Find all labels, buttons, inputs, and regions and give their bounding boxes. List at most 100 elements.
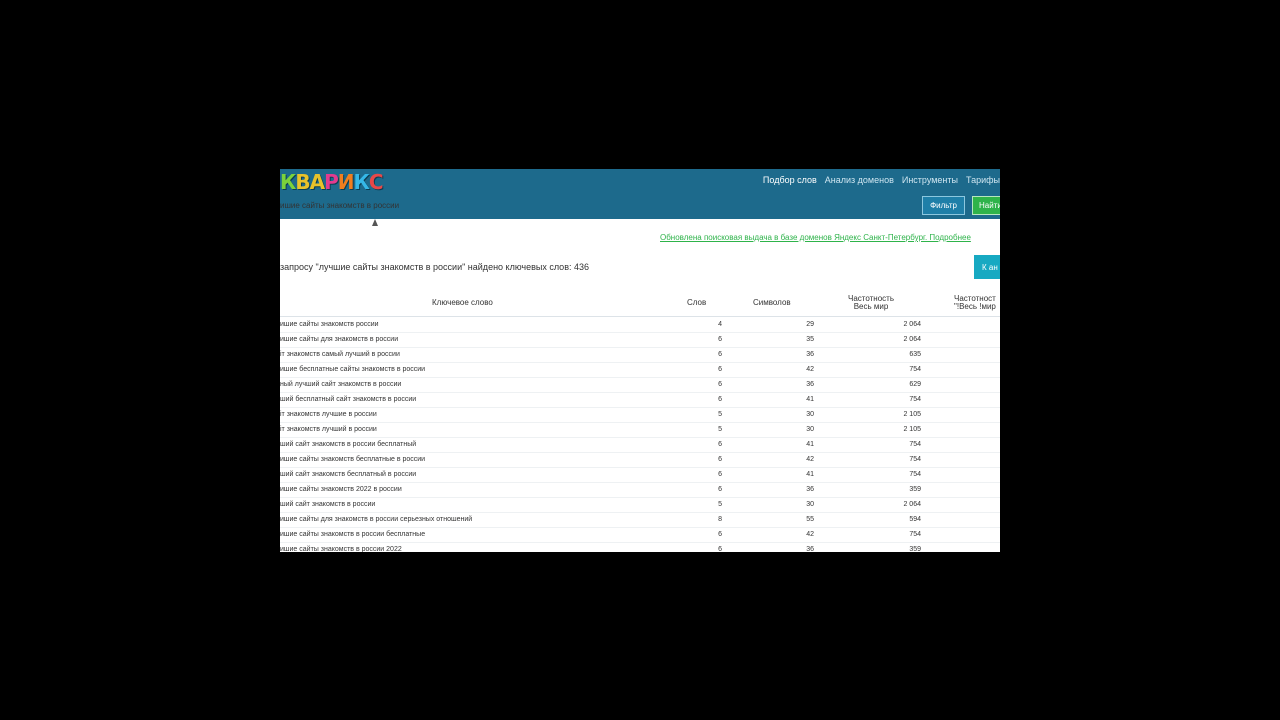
find-button[interactable]: Найти: [972, 196, 1000, 215]
chars-cell: 55: [806, 516, 814, 523]
table-row: ишие сайты для знакомств в россии 6 35 2 06…: [280, 332, 1000, 348]
keyword-cell[interactable]: ишие сайты знакомств в россии 2022: [280, 546, 402, 552]
chars-cell: 29: [806, 321, 814, 328]
words-cell: 4: [718, 321, 722, 328]
col-header-frequency-line2: Весь мир: [853, 302, 889, 311]
chars-cell: 41: [806, 396, 814, 403]
nav-item[interactable]: Анализ доменов: [825, 175, 894, 185]
frequency-cell: 754: [909, 531, 921, 538]
frequency-cell: 359: [909, 546, 921, 552]
keyword-cell[interactable]: ишие бесплатные сайты знакомств в россии: [280, 366, 425, 373]
col-header-frequency-exact[interactable]: Частотност "!Весь !мир: [954, 295, 996, 311]
keyword-cell[interactable]: ший сайт знакомств в россии бесплатный: [280, 441, 416, 448]
table-row: іт знакомств лучшие в россии 5 30 2 105: [280, 407, 1000, 423]
col-header-words[interactable]: Слов: [687, 299, 706, 307]
words-cell: 6: [718, 486, 722, 493]
words-cell: 6: [718, 456, 722, 463]
col-header-keyword[interactable]: Ключевое слово: [432, 299, 493, 307]
update-notice-link[interactable]: Обновлена поисковая выдача в базе домено…: [660, 233, 971, 242]
site-logo[interactable]: КВАРИКС: [280, 170, 384, 194]
table-row: ший сайт знакомств бесплатный в россии 6 4…: [280, 467, 1000, 483]
col-header-frequency-world[interactable]: Частотность Весь мир: [848, 295, 894, 311]
table-row: ный лучший сайт знакомств в россии 6 36 629: [280, 377, 1000, 393]
nav-item[interactable]: Тарифы: [966, 175, 1000, 185]
keyword-cell[interactable]: іт знакомств лучший в россии: [280, 426, 377, 433]
chars-cell: 30: [806, 411, 814, 418]
col-header-frequency-exact-line2: "!Весь !мир: [954, 302, 996, 311]
keyword-cell[interactable]: іт знакомств лучшие в россии: [280, 411, 377, 418]
keyword-cell[interactable]: ишие сайты для знакомств в россии серьез…: [280, 516, 472, 523]
frequency-cell: 359: [909, 486, 921, 493]
logo-letter: С: [368, 170, 384, 194]
logo-letter: К: [280, 170, 296, 194]
logo-letter: В: [295, 170, 310, 194]
frequency-cell: 629: [909, 381, 921, 388]
chars-cell: 41: [806, 471, 814, 478]
frequency-cell: 594: [909, 516, 921, 523]
col-header-chars[interactable]: Символов: [753, 299, 791, 307]
words-cell: 6: [718, 471, 722, 478]
frequency-cell: 2 064: [903, 336, 921, 343]
chars-cell: 36: [806, 381, 814, 388]
frequency-cell: 2 105: [903, 426, 921, 433]
keyword-cell[interactable]: ший бесплатный сайт знакомств в россии: [280, 396, 416, 403]
logo-letter: А: [309, 170, 326, 194]
table-row: ишие сайты знакомств в россии бесплатные…: [280, 527, 1000, 543]
main-nav: Подбор слов Анализ доменов Инструменты Тари…: [763, 175, 1000, 185]
table-row: ший бесплатный сайт знакомств в россии 6 4…: [280, 392, 1000, 408]
filter-button[interactable]: Фильтр: [922, 196, 965, 215]
frequency-cell: 754: [909, 441, 921, 448]
chars-cell: 42: [806, 456, 814, 463]
words-cell: 5: [718, 501, 722, 508]
words-cell: 5: [718, 411, 722, 418]
result-summary: запросу "лучшие сайты знакомств в россии…: [280, 262, 589, 272]
table-row: ишие сайты для знакомств в россии серьез…: [280, 512, 1000, 528]
keyword-cell[interactable]: ший сайт знакомств бесплатный в россии: [280, 471, 416, 478]
keyword-cell[interactable]: ишие сайты знакомств в россии бесплатные: [280, 531, 425, 538]
table-row: ший сайт знакомств в россии 5 30 2 064: [280, 497, 1000, 513]
chars-cell: 41: [806, 441, 814, 448]
nav-item[interactable]: Инструменты: [902, 175, 958, 185]
table-row: ишие сайты знакомств 2022 в россии 6 36 359: [280, 482, 1000, 498]
keyword-cell[interactable]: ший сайт знакомств в россии: [280, 501, 375, 508]
words-cell: 6: [718, 336, 722, 343]
table-row: іт знакомств лучший в россии 5 30 2 105: [280, 422, 1000, 438]
table-row: ший сайт знакомств в россии бесплатный 6 4…: [280, 437, 1000, 453]
words-cell: 6: [718, 351, 722, 358]
chars-cell: 42: [806, 366, 814, 373]
logo-letter: Р: [324, 170, 339, 194]
words-cell: 5: [718, 426, 722, 433]
browser-viewport: КВАРИКС Подбор слов Анализ доменов Инструм…: [280, 169, 1000, 552]
words-cell: 6: [718, 381, 722, 388]
words-cell: 8: [718, 516, 722, 523]
frequency-cell: 754: [909, 456, 921, 463]
top-header: КВАРИКС Подбор слов Анализ доменов Инструм…: [280, 169, 1000, 219]
search-input[interactable]: ишие сайты знакомств в россии: [280, 201, 399, 210]
words-cell: 6: [718, 366, 722, 373]
frequency-cell: 635: [909, 351, 921, 358]
export-button[interactable]: К ан: [974, 255, 1000, 279]
keyword-cell[interactable]: ишие сайты для знакомств в россии: [280, 336, 398, 343]
logo-letter: И: [337, 170, 355, 194]
keyword-cell[interactable]: ишие сайты знакомств бесплатные в россии: [280, 456, 425, 463]
keyword-cell[interactable]: ный лучший сайт знакомств в россии: [280, 381, 401, 388]
mouse-cursor-icon: [372, 219, 378, 226]
words-cell: 6: [718, 531, 722, 538]
chars-cell: 36: [806, 351, 814, 358]
chars-cell: 36: [806, 546, 814, 552]
frequency-cell: 2 064: [903, 321, 921, 328]
frequency-cell: 754: [909, 471, 921, 478]
frequency-cell: 2 064: [903, 501, 921, 508]
table-row: ишие сайты знакомств россии 4 29 2 064: [280, 317, 1000, 333]
keyword-cell[interactable]: ишие сайты знакомств россии: [280, 321, 379, 328]
keyword-cell[interactable]: іт знакомств самый лучший в россии: [280, 351, 400, 358]
nav-item[interactable]: Подбор слов: [763, 175, 817, 185]
table-row: іт знакомств самый лучший в россии 6 36 635: [280, 347, 1000, 363]
table-row: ишие сайты знакомств в россии 2022 6 36 359: [280, 542, 1000, 552]
chars-cell: 36: [806, 486, 814, 493]
chars-cell: 35: [806, 336, 814, 343]
logo-letter: К: [353, 170, 370, 194]
chars-cell: 42: [806, 531, 814, 538]
keyword-cell[interactable]: ишие сайты знакомств 2022 в россии: [280, 486, 402, 493]
frequency-cell: 754: [909, 396, 921, 403]
